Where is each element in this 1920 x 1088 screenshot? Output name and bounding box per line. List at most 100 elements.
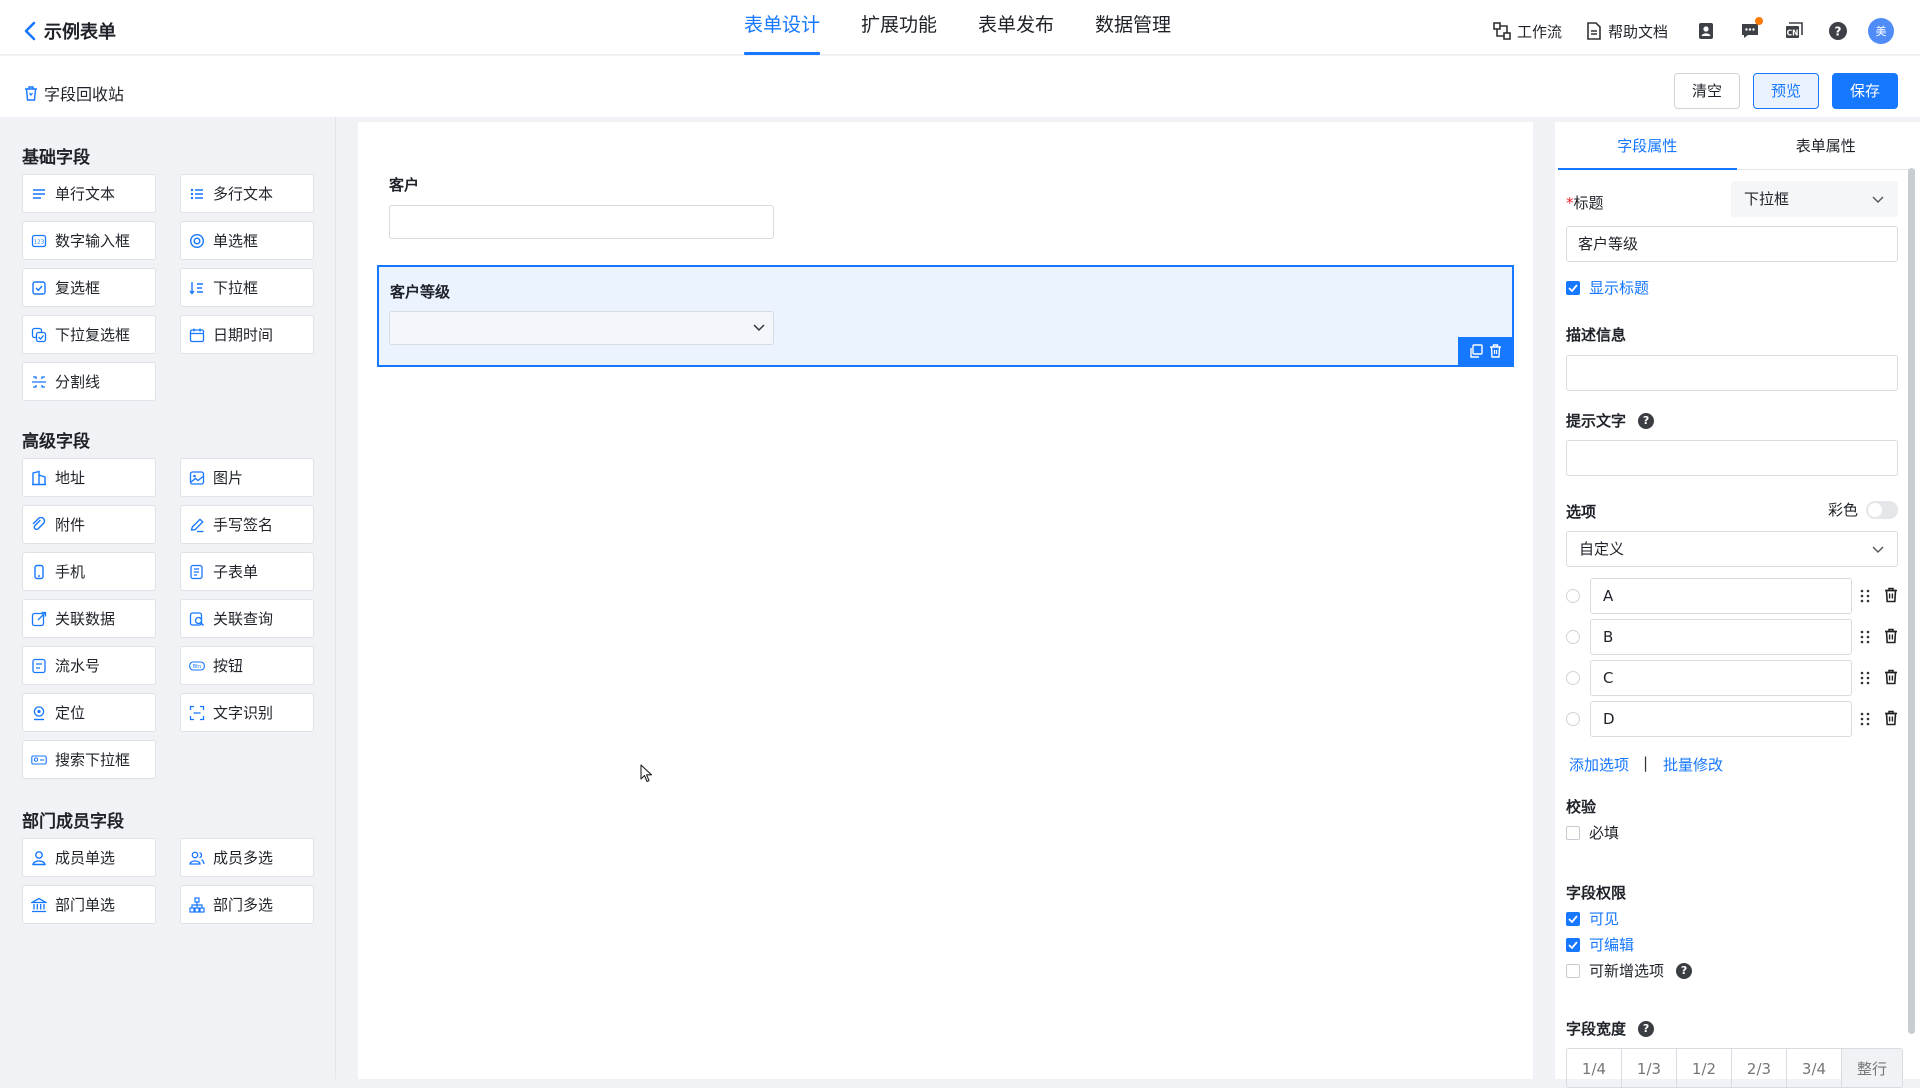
help-doc-link[interactable]: 帮助文档 (1586, 21, 1668, 42)
tab-field-properties[interactable]: 字段属性 (1558, 122, 1737, 170)
palette-item-checkbox[interactable]: 复选框 (22, 268, 156, 307)
customer-input[interactable] (389, 205, 774, 239)
palette-item-member-single[interactable]: 成员单选 (22, 838, 156, 877)
back-button[interactable]: 示例表单 (24, 18, 116, 44)
help-icon[interactable]: ? (1638, 412, 1655, 429)
palette-item-dropdown[interactable]: 下拉框 (180, 268, 314, 307)
hint-input[interactable] (1566, 440, 1898, 476)
options-source-select[interactable]: 自定义 (1566, 531, 1898, 567)
drag-handle-icon[interactable] (1860, 711, 1870, 727)
width-option[interactable]: 1/3 (1622, 1049, 1677, 1087)
palette-item-radio[interactable]: 单选框 (180, 221, 314, 260)
width-option[interactable]: 2/3 (1732, 1049, 1787, 1087)
recycle-bin-label: 字段回收站 (44, 85, 125, 104)
ocr-icon (189, 705, 205, 721)
width-option[interactable]: 1/2 (1677, 1049, 1732, 1087)
svg-text:Btn: Btn (193, 664, 202, 670)
preview-button[interactable]: 预览 (1753, 73, 1819, 109)
palette-item-multi-line-text[interactable]: 多行文本 (180, 174, 314, 213)
workflow-link[interactable]: 工作流 (1493, 21, 1562, 42)
language-icon[interactable]: CN (1780, 17, 1808, 45)
save-button[interactable]: 保存 (1832, 73, 1898, 109)
help-icon[interactable]: ? (1824, 17, 1852, 45)
message-icon[interactable] (1736, 17, 1764, 45)
field-recycle-bin[interactable]: 字段回收站 (24, 81, 124, 105)
properties-tabs: 字段属性 表单属性 (1558, 122, 1915, 170)
user-avatar[interactable]: 美 (1868, 18, 1894, 44)
tab-publish[interactable]: 表单发布 (978, 0, 1054, 55)
add-option-link[interactable]: 添加选项 (1569, 754, 1629, 775)
palette-item-calendar[interactable]: 日期时间 (180, 315, 314, 354)
field-type-select[interactable]: 下拉框 (1731, 181, 1898, 217)
option-default-radio[interactable] (1566, 589, 1580, 603)
option-default-radio[interactable] (1566, 671, 1580, 685)
permission-label: 字段权限 (1566, 884, 1627, 902)
tab-data-management[interactable]: 数据管理 (1095, 0, 1171, 55)
drag-handle-icon[interactable] (1860, 629, 1870, 645)
batch-edit-link[interactable]: 批量修改 (1663, 754, 1723, 775)
palette-item-ocr[interactable]: 文字识别 (180, 693, 314, 732)
tab-extensions[interactable]: 扩展功能 (861, 0, 937, 55)
address-icon (31, 470, 47, 486)
palette-item-search-dropdown[interactable]: 搜索下拉框 (22, 740, 156, 779)
width-option[interactable]: 1/4 (1567, 1049, 1622, 1087)
palette-item-signature[interactable]: 手写签名 (180, 505, 314, 544)
option-input[interactable]: D (1590, 701, 1852, 737)
palette-item-button[interactable]: Btn 按钮 (180, 646, 314, 685)
copy-icon[interactable] (1469, 344, 1483, 358)
option-default-radio[interactable] (1566, 712, 1580, 726)
trash-icon[interactable] (1884, 669, 1898, 685)
palette-item-phone[interactable]: 手机 (22, 552, 156, 591)
option-default-radio[interactable] (1566, 630, 1580, 644)
properties-scrollbar[interactable] (1908, 168, 1915, 1034)
palette-item-label: 按钮 (213, 657, 244, 675)
palette-item-department-single[interactable]: 部门单选 (22, 885, 156, 924)
option-input[interactable]: C (1590, 660, 1852, 696)
tab-form-design[interactable]: 表单设计 (744, 0, 821, 55)
palette-item-dropdown-checkbox[interactable]: 下拉复选框 (22, 315, 156, 354)
show-title-checkbox[interactable]: 显示标题 (1566, 277, 1649, 298)
width-option[interactable]: 3/4 (1787, 1049, 1842, 1087)
tab-form-properties[interactable]: 表单属性 (1737, 122, 1916, 169)
allow-new-option-checkbox[interactable]: 可新增选项 ? (1566, 960, 1693, 981)
option-input[interactable]: B (1590, 619, 1852, 655)
palette-item-attachment[interactable]: 附件 (22, 505, 156, 544)
title-input[interactable]: 客户等级 (1566, 226, 1898, 262)
customer-level-dropdown[interactable] (389, 311, 774, 345)
palette-item-address[interactable]: 地址 (22, 458, 156, 497)
help-icon[interactable]: ? (1638, 1020, 1655, 1037)
palette-item-subform[interactable]: 子表单 (180, 552, 314, 591)
palette-item-number-input[interactable]: 123 数字输入框 (22, 221, 156, 260)
delete-icon[interactable] (1489, 344, 1502, 358)
palette-item-image[interactable]: 图片 (180, 458, 314, 497)
visible-checkbox[interactable]: 可见 (1566, 908, 1619, 929)
palette-item-linked-data[interactable]: 关联数据 (22, 599, 156, 638)
drag-handle-icon[interactable] (1860, 588, 1870, 604)
required-checkbox[interactable]: 必填 (1566, 822, 1619, 843)
contacts-icon[interactable] (1692, 17, 1720, 45)
palette-item-department-multi[interactable]: 部门多选 (180, 885, 314, 924)
width-option[interactable]: 整行 (1842, 1049, 1902, 1087)
option-input[interactable]: A (1590, 578, 1852, 614)
palette-item-member-multi[interactable]: 成员多选 (180, 838, 314, 877)
trash-icon[interactable] (1884, 587, 1898, 603)
palette-item-label: 成员多选 (213, 849, 274, 867)
palette-item-divider[interactable]: 分割线 (22, 362, 156, 401)
palette-item-linked-query[interactable]: 关联查询 (180, 599, 314, 638)
trash-icon[interactable] (1884, 710, 1898, 726)
drag-handle-icon[interactable] (1860, 670, 1870, 686)
trash-icon[interactable] (1884, 628, 1898, 644)
palette-item-serial-number[interactable]: 流水号 (22, 646, 156, 685)
palette-item-single-line-text[interactable]: 单行文本 (22, 174, 156, 213)
selected-field-customer-level[interactable]: 客户等级 (377, 265, 1514, 367)
editable-checkbox[interactable]: 可编辑 (1566, 934, 1634, 955)
color-toggle[interactable] (1866, 501, 1898, 519)
linked-query-icon (189, 611, 205, 627)
palette-item-label: 数字输入框 (55, 232, 131, 250)
help-icon[interactable]: ? (1676, 962, 1693, 979)
checkbox-icon (31, 280, 47, 296)
palette-item-label: 手写签名 (213, 516, 274, 534)
description-input[interactable] (1566, 355, 1898, 391)
palette-item-location[interactable]: 定位 (22, 693, 156, 732)
clear-button[interactable]: 清空 (1674, 73, 1740, 109)
